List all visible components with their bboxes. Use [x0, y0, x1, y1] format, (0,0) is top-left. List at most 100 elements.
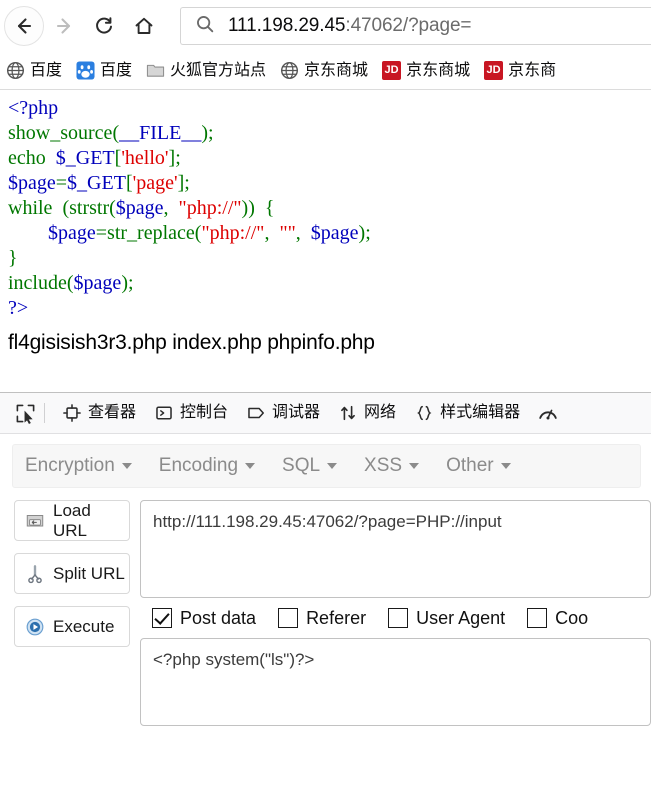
code-token: include	[8, 272, 67, 294]
back-arrow-icon	[17, 18, 32, 34]
code-token: =	[95, 222, 108, 244]
code-token: <?php	[8, 97, 59, 119]
hackbar-menubar: Encryption Encoding SQL XSS Other	[12, 444, 641, 488]
bookmark-label: 京东商城	[304, 61, 369, 79]
checkbox-icon[interactable]	[527, 608, 548, 628]
code-token: )	[121, 272, 128, 294]
code-token: echo	[8, 147, 56, 169]
tab-label: 网络	[364, 404, 397, 421]
url-host: 111.198.29.45	[228, 15, 346, 36]
code-token: "php://"	[201, 222, 265, 244]
tab-label: 调试器	[272, 404, 321, 421]
tab-performance[interactable]	[529, 393, 573, 433]
load-url-button[interactable]: Load URL	[14, 500, 130, 541]
menu-label: Encryption	[25, 455, 115, 476]
home-icon	[135, 17, 153, 34]
url-input[interactable]: http://111.198.29.45:47062/?page=PHP://i…	[140, 500, 651, 598]
baidu-paw-icon	[76, 61, 95, 80]
code-line: }	[8, 246, 643, 271]
menu-sql[interactable]: SQL	[282, 455, 338, 477]
code-token: "php://"	[178, 197, 242, 219]
code-token: ,	[163, 197, 179, 219]
code-token: )	[201, 122, 208, 144]
button-label: Split URL	[53, 563, 125, 583]
code-token: }	[8, 247, 18, 269]
code-token: =	[55, 172, 68, 194]
chevron-down-icon	[121, 463, 132, 469]
tab-debugger[interactable]: 调试器	[237, 393, 329, 433]
checkbox-user-agent[interactable]: User Agent	[388, 608, 505, 629]
bookmark-item[interactable]: JD 京东商城	[382, 61, 470, 80]
navigation-toolbar: 111.198.29.45:47062/?page=	[0, 0, 651, 52]
url-bar-text: 111.198.29.45:47062/?page=	[228, 15, 471, 37]
bookmark-item[interactable]: 百度	[76, 61, 132, 80]
menu-encoding[interactable]: Encoding	[158, 455, 256, 477]
code-token: $_GET	[55, 147, 115, 169]
code-line: $page=str_replace("php://", "", $page);	[8, 221, 643, 246]
checkbox-icon[interactable]	[278, 608, 299, 628]
browser-chrome: 111.198.29.45:47062/?page= 百度 百度 火狐官方站点 …	[0, 0, 651, 90]
tab-label: 样式编辑器	[440, 404, 521, 421]
chevron-down-icon	[409, 463, 420, 469]
split-url-button[interactable]: Split URL	[14, 553, 130, 594]
code-token: str_replace	[107, 222, 195, 244]
tab-style-editor[interactable]: 样式编辑器	[405, 393, 529, 433]
tab-network[interactable]: 网络	[329, 393, 405, 433]
globe-icon	[6, 61, 25, 80]
forward-arrow-icon	[56, 18, 71, 34]
execute-button[interactable]: Execute	[14, 606, 130, 647]
globe-icon	[280, 61, 299, 80]
code-token: $page	[310, 222, 359, 244]
checkbox-cookies[interactable]: Coo	[527, 608, 588, 629]
load-url-icon	[24, 510, 46, 532]
code-token: 'hello'	[121, 147, 169, 169]
code-token: ?>	[8, 297, 29, 319]
reload-button[interactable]	[84, 6, 124, 46]
back-button[interactable]	[4, 6, 44, 46]
bookmark-item[interactable]: 京东商城	[280, 61, 368, 80]
forward-button[interactable]	[44, 6, 84, 46]
code-line: <?php	[8, 96, 643, 121]
post-data-input[interactable]: <?php system("ls")?>	[140, 638, 651, 726]
bookmark-item[interactable]: 百度	[6, 61, 62, 80]
split-url-icon	[24, 563, 46, 585]
element-picker-button[interactable]	[8, 398, 42, 428]
code-token: ""	[279, 222, 296, 244]
menu-encryption[interactable]: Encryption	[25, 455, 132, 477]
menu-label: Encoding	[158, 455, 239, 476]
checkbox-label: Referer	[306, 607, 367, 628]
code-token: $_GET	[67, 172, 126, 194]
php-source-code: <?php show_source(__FILE__); echo $_GET['h…	[8, 96, 643, 321]
code-token: ;	[208, 122, 214, 144]
code-token: [	[125, 172, 133, 194]
performance-icon	[538, 403, 558, 423]
hackbar-options-row: Post data Referer User Agent Coo	[140, 598, 651, 638]
menu-xss[interactable]: XSS	[364, 455, 420, 477]
checkbox-icon[interactable]	[152, 608, 172, 628]
button-label: Load URL	[53, 500, 91, 540]
chevron-down-icon	[327, 463, 338, 469]
tab-console[interactable]: 控制台	[145, 393, 237, 433]
checkbox-post-data[interactable]: Post data	[152, 608, 256, 629]
toolbar-divider	[44, 403, 45, 423]
code-token: ;	[175, 147, 181, 169]
code-token: $page	[115, 197, 164, 219]
code-token: __FILE__	[119, 122, 202, 144]
tab-label: 查看器	[88, 404, 137, 421]
checkbox-label: Post data	[180, 607, 257, 628]
url-bar[interactable]: 111.198.29.45:47062/?page=	[180, 7, 651, 45]
code-token: (	[66, 272, 74, 294]
bookmark-item[interactable]: JD 京东商	[484, 61, 556, 80]
checkbox-referer[interactable]: Referer	[278, 608, 366, 629]
jd-icon: JD	[382, 61, 402, 80]
bookmark-item[interactable]: 火狐官方站点	[146, 61, 266, 80]
code-token: ,	[295, 222, 311, 244]
checkbox-icon[interactable]	[388, 608, 409, 628]
folder-icon	[146, 61, 165, 80]
code-token: ;	[127, 272, 134, 294]
chevron-down-icon	[500, 463, 511, 469]
home-button[interactable]	[124, 6, 164, 46]
tab-inspector[interactable]: 查看器	[53, 393, 145, 433]
code-token: ;	[184, 172, 190, 194]
menu-other[interactable]: Other	[446, 455, 511, 477]
